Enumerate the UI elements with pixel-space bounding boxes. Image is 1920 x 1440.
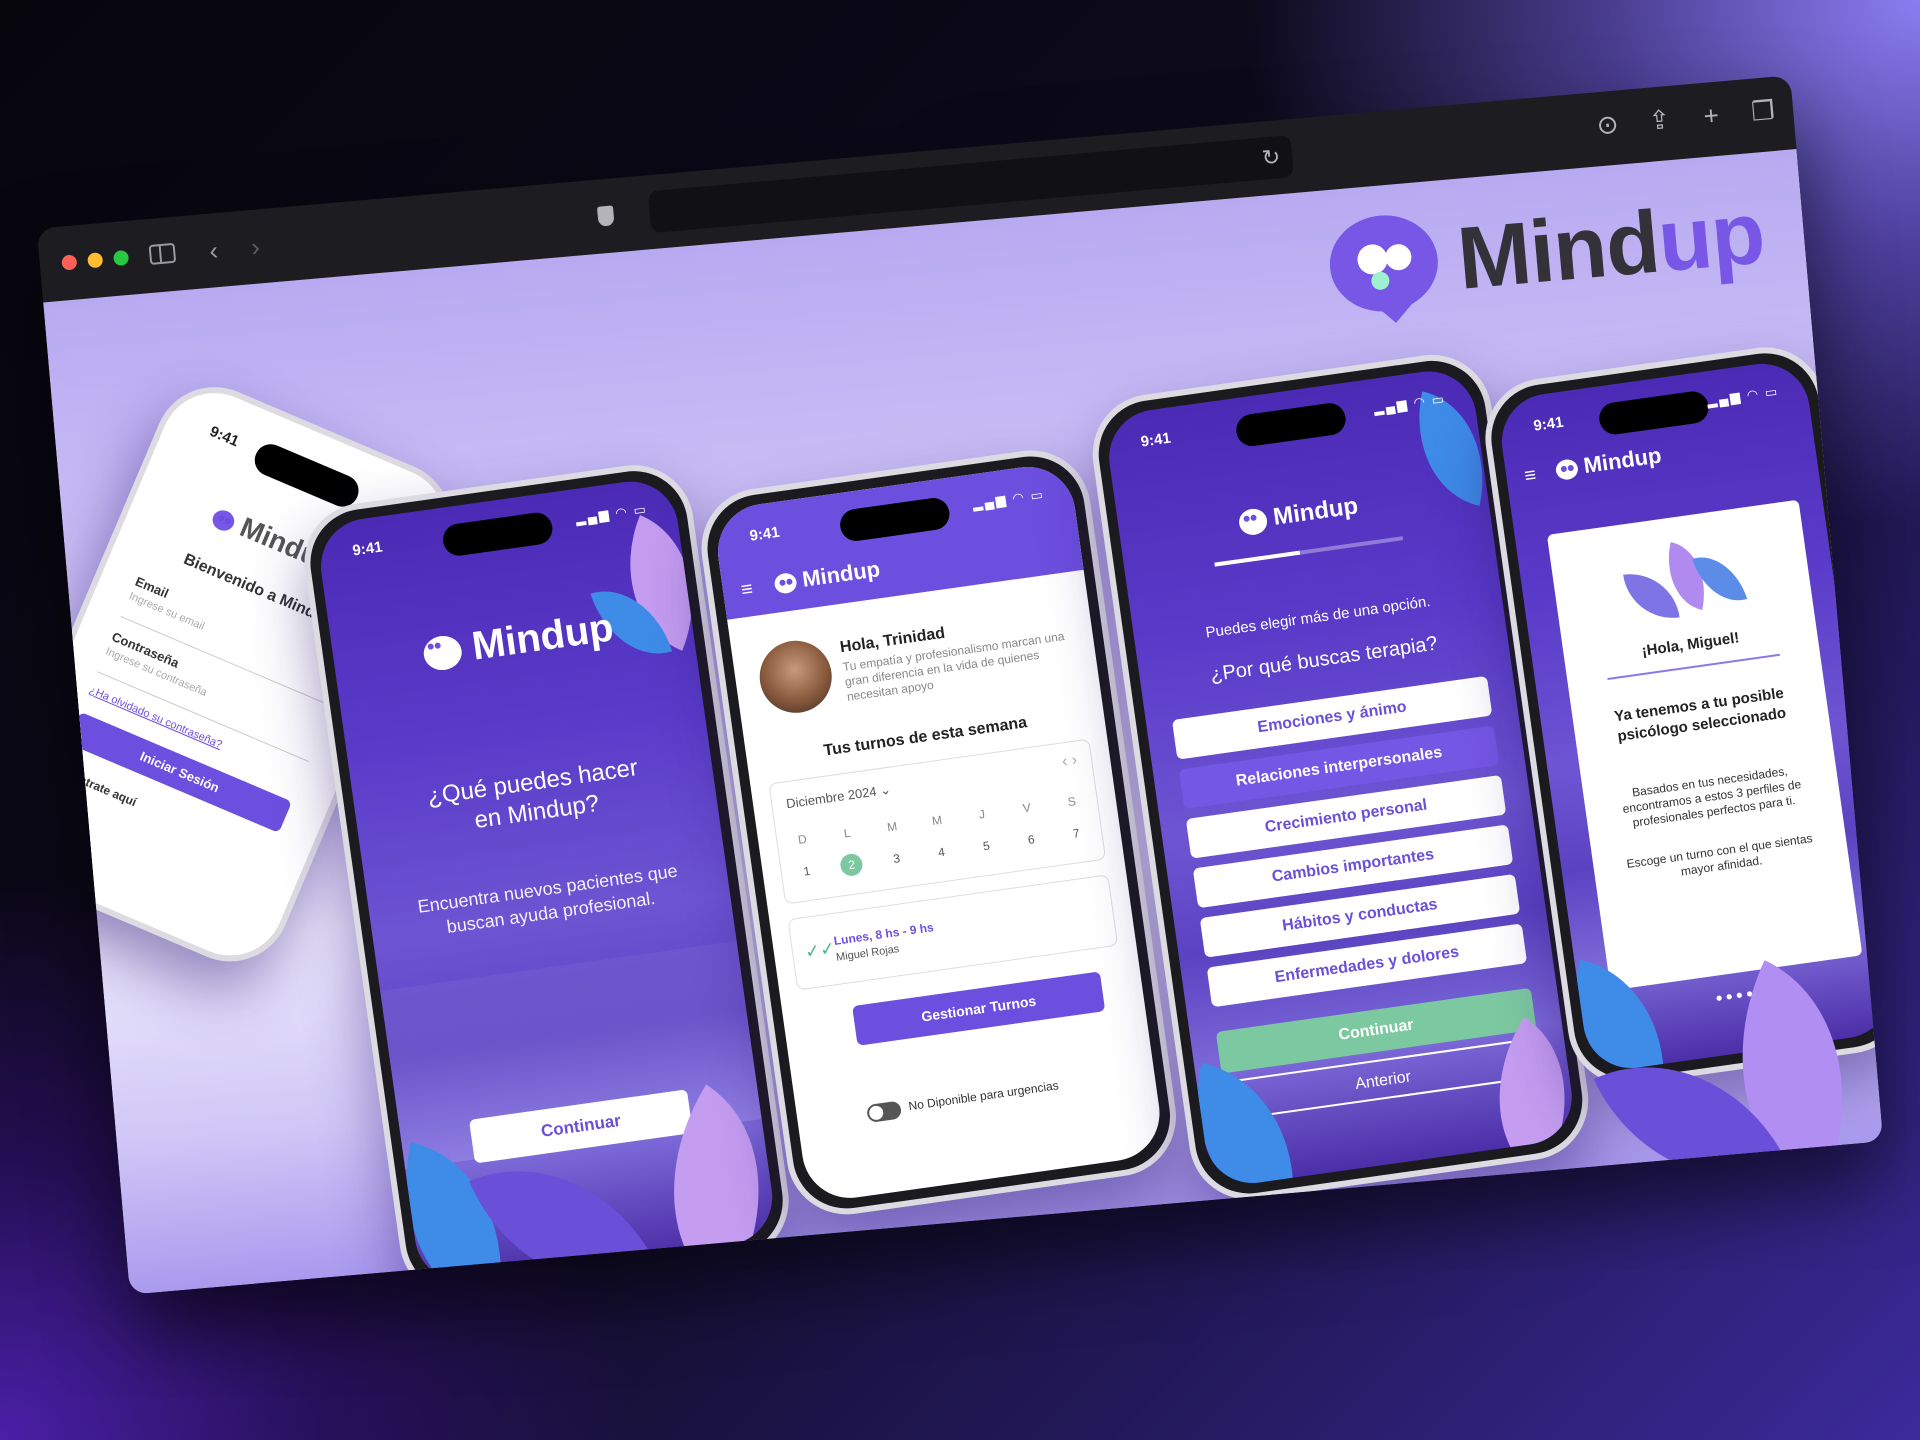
chevron-right-icon[interactable]: › (250, 231, 261, 262)
calendar-day[interactable]: 4 (929, 840, 954, 865)
share-icon[interactable]: ⇪ (1644, 104, 1675, 137)
calendar-day[interactable]: 6 (1019, 827, 1044, 852)
calendar-day[interactable]: 5 (974, 833, 999, 858)
match-greeting: ¡Hola, Miguel! (1640, 629, 1741, 660)
close-window-button[interactable] (61, 254, 78, 271)
calendar-weekday: L (843, 825, 852, 841)
calendar-weekday: S (1066, 794, 1077, 810)
urgency-toggle-label: No Diponible para urgencias (907, 1078, 1060, 1114)
match-card: ¡Hola, Miguel! Ya tenemos a tu posible p… (1546, 499, 1863, 991)
calendar-weekday: M (886, 819, 899, 835)
plus-icon[interactable]: + (1696, 99, 1727, 132)
calendar-day[interactable]: 7 (1064, 821, 1089, 846)
brand-header: Mindup (1326, 182, 1768, 323)
calendar: Diciembre 2024 ⌄ ‹ › D L M M J V S 1234567 (768, 738, 1107, 905)
calendar-weekday: V (1021, 800, 1032, 816)
mindup-logo-icon (1326, 210, 1446, 323)
chevron-left-icon[interactable]: ‹ (208, 235, 219, 266)
status-time: 9:41 (207, 422, 242, 451)
appointment-time: Lunes, 8 hs - 9 hs (832, 920, 935, 948)
check-icon: ✓✓ (803, 938, 837, 963)
download-icon[interactable]: ⊙ (1592, 108, 1623, 141)
match-cta: Escoge un turno con el que sientas mayor… (1625, 831, 1814, 879)
intro-subtitle: Encuentra nuevos pacientes que buscan ay… (416, 860, 679, 938)
browser-window: ‹ › ↻ ⊙ ⇪ + ❐ Mindup 9:41 Mindup Bienven… (36, 75, 1884, 1295)
calendar-weekday: J (978, 806, 986, 822)
match-title: Ya tenemos a tu posible psicólogo selecc… (1613, 684, 1788, 746)
sidebar-icon[interactable] (148, 242, 177, 265)
calendar-month[interactable]: Diciembre 2024 ⌄ (785, 782, 892, 813)
shield-icon[interactable] (596, 205, 615, 227)
calendar-day[interactable]: 2 (839, 852, 865, 878)
match-logo: Mindup (1554, 442, 1663, 483)
avatar (755, 636, 837, 718)
minimize-window-button[interactable] (87, 252, 104, 269)
reload-icon[interactable]: ↻ (1261, 144, 1282, 172)
register-link[interactable]: Regístrate aquí (53, 762, 138, 809)
progress-bar (1214, 536, 1404, 567)
calendar-nav[interactable]: ‹ › (1061, 752, 1078, 772)
toolbar-actions: ⊙ ⇪ + ❐ (1592, 95, 1778, 142)
tabs-icon[interactable]: ❐ (1748, 95, 1779, 128)
intro-heading: ¿Qué puedes hacer en Mindup? (425, 754, 640, 835)
status-time: 9:41 (351, 538, 384, 560)
manage-appointments-button[interactable]: Gestionar Turnos (852, 971, 1106, 1046)
leaves-illustration-icon (1620, 538, 1749, 625)
status-time: 9:41 (1532, 413, 1565, 435)
calendar-weekday: M (931, 812, 944, 829)
calendar-day[interactable]: 1 (794, 859, 819, 884)
calendar-day[interactable]: 3 (884, 846, 909, 871)
status-time: 9:41 (1139, 429, 1172, 451)
urgency-toggle[interactable] (866, 1100, 903, 1124)
hamburger-menu-icon[interactable]: ≡ (1523, 464, 1538, 488)
intro-logo: Mindup (421, 605, 617, 676)
calendar-weekday: D (797, 831, 808, 847)
page-content: Mindup 9:41 Mindup Bienvenido a Mindup E… (43, 149, 1884, 1295)
match-body: Basados en tus necesidades, encontramos … (1621, 763, 1803, 830)
brand-wordmark: Mindup (1453, 182, 1768, 308)
questions-logo: Mindup (1237, 492, 1360, 537)
zoom-window-button[interactable] (112, 249, 130, 267)
status-icons: ▂▄▆ ◠ ▭ (1705, 383, 1781, 409)
